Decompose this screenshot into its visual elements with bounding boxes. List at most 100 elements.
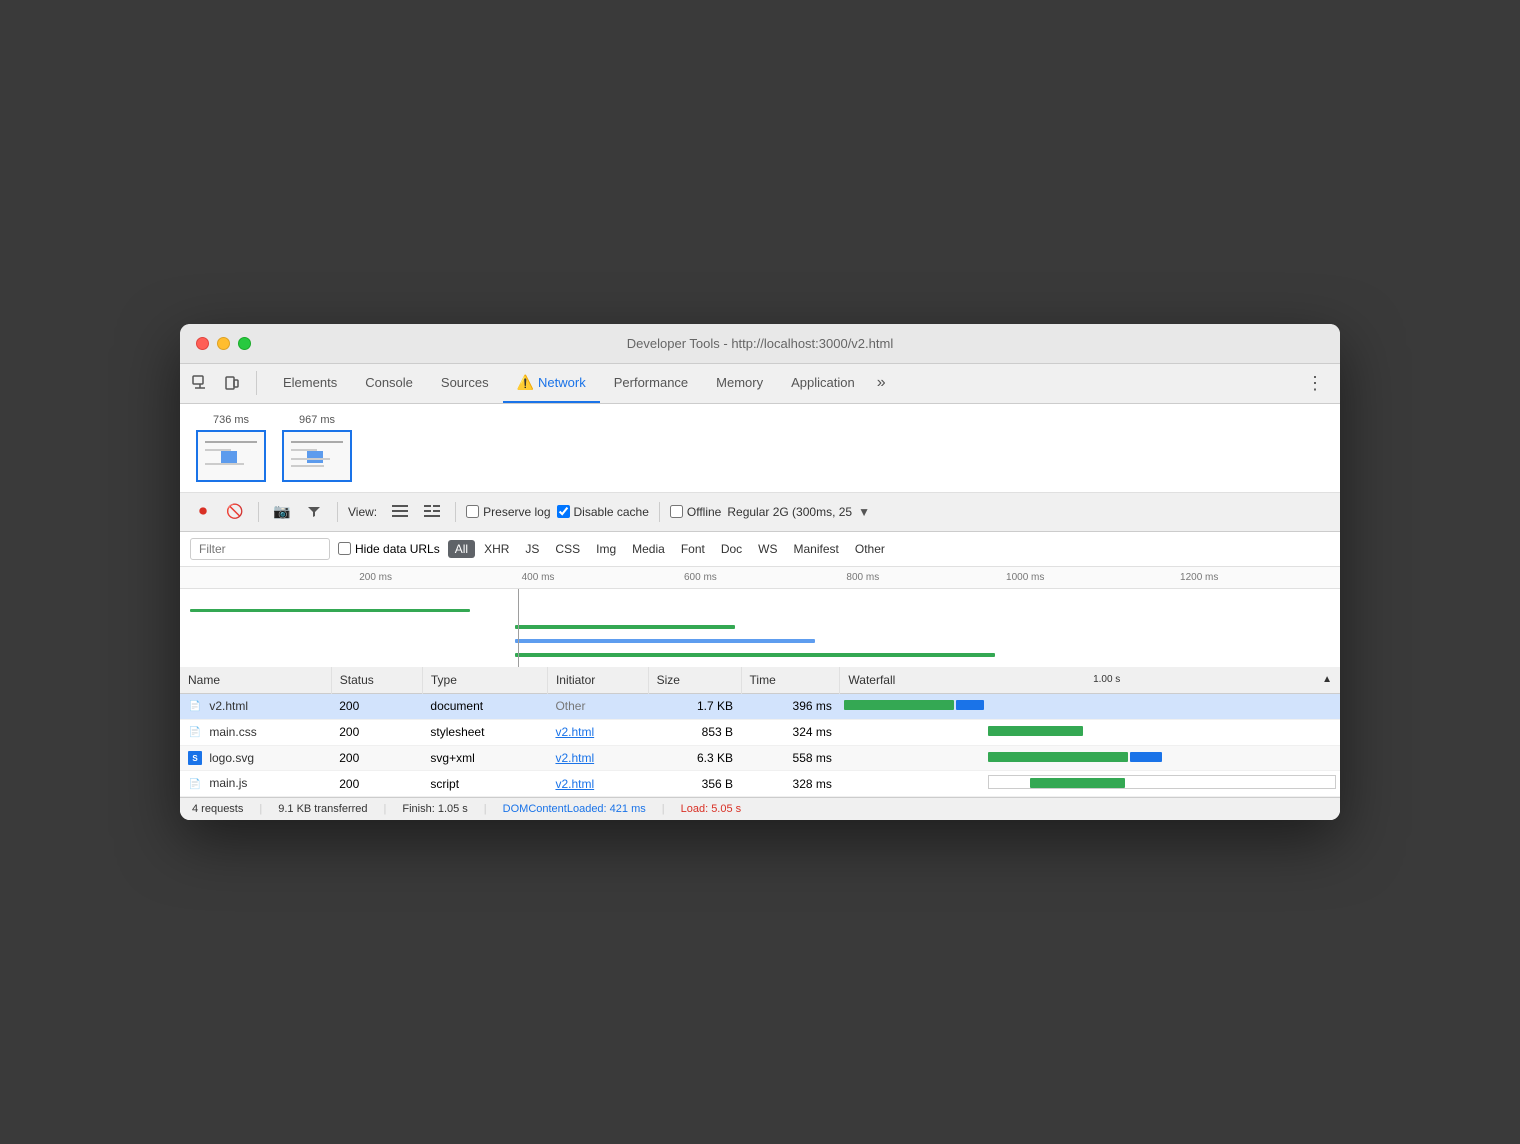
minimize-button[interactable] — [217, 337, 230, 350]
waterfall-green-bar — [844, 700, 954, 710]
screenshot-item-2[interactable]: 967 ms — [282, 414, 352, 482]
th-size[interactable]: Size — [648, 667, 741, 694]
tab-console[interactable]: Console — [351, 363, 427, 403]
offline-checkbox[interactable] — [670, 505, 683, 518]
ruler-1200ms: 1200 ms — [1180, 572, 1218, 583]
tab-bar: Elements Console Sources ⚠️ Network Perf… — [180, 364, 1340, 404]
finish-time: Finish: 1.05 s — [402, 803, 467, 815]
close-button[interactable] — [196, 337, 209, 350]
devtools-window: Developer Tools - http://localhost:3000/… — [180, 324, 1340, 820]
timeline-graph[interactable] — [180, 589, 1340, 667]
filter-type-doc[interactable]: Doc — [714, 540, 749, 558]
screenshots-bar: 736 ms 967 ms — [180, 404, 1340, 493]
filter-type-css[interactable]: CSS — [548, 540, 587, 558]
network-table-container[interactable]: Name Status Type Initiator Size Time Wat… — [180, 667, 1340, 797]
row-status: 200 — [331, 693, 422, 719]
tab-elements[interactable]: Elements — [269, 363, 351, 403]
filter-type-xhr[interactable]: XHR — [477, 540, 516, 558]
row-waterfall — [840, 745, 1340, 771]
th-initiator[interactable]: Initiator — [547, 667, 648, 694]
filter-type-all[interactable]: All — [448, 540, 475, 558]
offline-label[interactable]: Offline — [670, 505, 721, 519]
filter-type-js[interactable]: JS — [518, 540, 546, 558]
tab-performance[interactable]: Performance — [600, 363, 702, 403]
file-icon: 📄 — [188, 777, 202, 791]
disable-cache-label[interactable]: Disable cache — [557, 505, 649, 519]
table-row[interactable]: 📄 v2.html 200 document Other 1.7 KB 396 … — [180, 693, 1340, 719]
filter-type-font[interactable]: Font — [674, 540, 712, 558]
screenshot-time-2: 967 ms — [299, 414, 335, 426]
row-type: stylesheet — [422, 719, 547, 745]
tab-application[interactable]: Application — [777, 363, 869, 403]
filter-input[interactable] — [190, 538, 330, 560]
row-status: 200 — [331, 745, 422, 771]
row-name: 📄 main.js — [180, 771, 331, 797]
filter-type-ws[interactable]: WS — [751, 540, 784, 558]
ruler-800ms: 800 ms — [846, 572, 879, 583]
preserve-log-label[interactable]: Preserve log — [466, 505, 550, 519]
waterfall-green-bar — [1030, 778, 1125, 788]
timeline-area: 200 ms 400 ms 600 ms 800 ms 1000 ms 1200… — [180, 567, 1340, 667]
screenshot-capture-button[interactable]: 📷 — [269, 499, 295, 525]
svg-icon: S — [188, 751, 202, 765]
tab-network[interactable]: ⚠️ Network — [503, 363, 600, 403]
device-toolbar-icon[interactable] — [220, 371, 244, 395]
table-row[interactable]: S logo.svg 200 svg+xml v2.html 6.3 KB 55… — [180, 745, 1340, 771]
th-waterfall[interactable]: Waterfall 1.00 s ▲ — [840, 667, 1340, 694]
th-time[interactable]: Time — [741, 667, 840, 694]
row-waterfall — [840, 771, 1340, 797]
table-row[interactable]: 📄 main.css 200 stylesheet v2.html 853 B … — [180, 719, 1340, 745]
toolbar-divider-2 — [337, 502, 338, 522]
table-row[interactable]: 📄 main.js 200 script v2.html 356 B 328 m… — [180, 771, 1340, 797]
th-status[interactable]: Status — [331, 667, 422, 694]
th-name[interactable]: Name — [180, 667, 331, 694]
row-initiator[interactable]: v2.html — [547, 719, 648, 745]
row-size: 1.7 KB — [648, 693, 741, 719]
tab-memory[interactable]: Memory — [702, 363, 777, 403]
devtools-body: Elements Console Sources ⚠️ Network Perf… — [180, 364, 1340, 820]
network-toolbar: ⏺ 🚫 📷 View: — [180, 493, 1340, 532]
row-initiator[interactable]: v2.html — [547, 745, 648, 771]
screenshot-thumb-1[interactable] — [196, 430, 266, 482]
filter-type-img[interactable]: Img — [589, 540, 623, 558]
inspect-element-icon[interactable] — [188, 371, 212, 395]
row-type: document — [422, 693, 547, 719]
record-button[interactable]: ⏺ — [190, 499, 216, 525]
row-waterfall — [840, 693, 1340, 719]
row-name: S logo.svg — [180, 745, 331, 771]
hide-data-urls-checkbox[interactable] — [338, 542, 351, 555]
row-initiator[interactable]: v2.html — [547, 771, 648, 797]
devtools-menu-button[interactable]: ⋮ — [1298, 373, 1332, 394]
timeline-vertical-marker — [518, 589, 519, 667]
waterfall-green-bar — [988, 752, 1128, 762]
throttle-selector[interactable]: Regular 2G (300ms, 25 — [727, 505, 852, 519]
ruler-200ms: 200 ms — [359, 572, 392, 583]
requests-count: 4 requests — [192, 803, 243, 815]
screenshot-thumb-2[interactable] — [282, 430, 352, 482]
clear-button[interactable]: 🚫 — [222, 499, 248, 525]
tab-sources[interactable]: Sources — [427, 363, 503, 403]
maximize-button[interactable] — [238, 337, 251, 350]
filter-button[interactable] — [301, 499, 327, 525]
filter-type-other[interactable]: Other — [848, 540, 892, 558]
filter-type-manifest[interactable]: Manifest — [787, 540, 846, 558]
row-waterfall — [840, 719, 1340, 745]
screenshot-item-1[interactable]: 736 ms — [196, 414, 266, 482]
timeline-green-line-1 — [190, 609, 470, 612]
th-type[interactable]: Type — [422, 667, 547, 694]
sort-arrow-icon: ▲ — [1322, 674, 1332, 685]
view-group-button[interactable] — [419, 499, 445, 525]
tab-icons — [188, 371, 257, 395]
row-time: 396 ms — [741, 693, 840, 719]
more-tabs-button[interactable]: » — [869, 374, 894, 392]
transferred-size: 9.1 KB transferred — [278, 803, 367, 815]
filter-type-media[interactable]: Media — [625, 540, 672, 558]
filter-bar: Hide data URLs All XHR JS CSS Img Media … — [180, 532, 1340, 567]
disable-cache-checkbox[interactable] — [557, 505, 570, 518]
preserve-log-checkbox[interactable] — [466, 505, 479, 518]
row-type: script — [422, 771, 547, 797]
view-list-button[interactable] — [387, 499, 413, 525]
throttle-dropdown-icon[interactable]: ▼ — [858, 505, 870, 519]
hide-data-urls-label[interactable]: Hide data URLs — [338, 542, 440, 556]
row-time: 328 ms — [741, 771, 840, 797]
